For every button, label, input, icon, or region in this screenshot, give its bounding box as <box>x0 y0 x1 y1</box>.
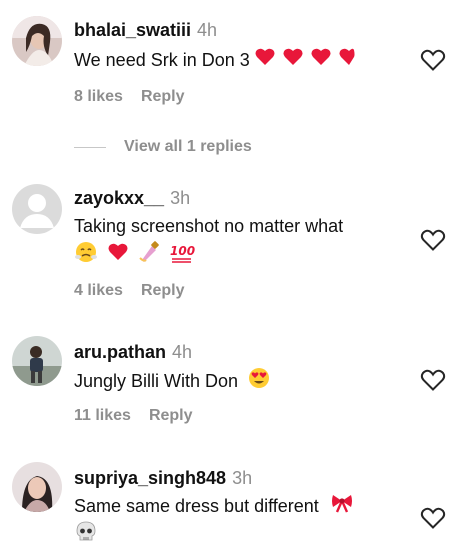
username[interactable]: aru.pathan 4h <box>74 342 192 363</box>
hundred-points-emoji: 100 <box>169 240 195 272</box>
face-steam-emoji <box>74 240 98 272</box>
comment-text: Jungly Billi With Don <box>74 366 271 398</box>
svg-text:100: 100 <box>170 244 195 258</box>
heart-eyes-emoji <box>247 366 271 398</box>
comment-meta: 8 likes Reply <box>74 88 185 106</box>
likes-count[interactable]: 8 likes <box>74 88 123 105</box>
timestamp: 4h <box>172 342 193 362</box>
comment-emoji-row: 100 <box>74 240 195 272</box>
avatar[interactable] <box>12 462 62 512</box>
like-heart-icon[interactable] <box>420 48 446 72</box>
likes-count[interactable]: 4 likes <box>74 282 123 299</box>
timestamp: 4h <box>197 20 218 40</box>
ribbon-emoji <box>330 492 354 522</box>
comment-meta: 4 likes Reply <box>74 282 185 300</box>
timestamp: 3h <box>232 468 253 488</box>
red-heart-emoji <box>107 241 129 271</box>
like-heart-icon[interactable] <box>420 506 446 530</box>
like-heart-icon[interactable] <box>420 368 446 392</box>
avatar[interactable] <box>12 16 62 66</box>
avatar[interactable] <box>12 184 62 234</box>
view-replies-button[interactable]: View all 1 replies <box>74 136 252 158</box>
comment-text: We need Srk in Don 3 <box>74 46 355 76</box>
comment-meta: 11 likes Reply <box>74 407 193 425</box>
username[interactable]: bhalai_swatiii 4h <box>74 20 217 41</box>
comment-text: Same same dress but different <box>74 492 354 522</box>
red-heart-emoji <box>255 46 355 76</box>
avatar[interactable] <box>12 336 62 386</box>
likes-count[interactable]: 11 likes <box>74 407 131 424</box>
reply-divider <box>74 146 106 148</box>
timestamp: 3h <box>170 188 191 208</box>
comment-emoji-row <box>74 520 98 552</box>
reply-button[interactable]: Reply <box>149 407 193 424</box>
reply-button[interactable]: Reply <box>141 282 185 299</box>
nail-polish-emoji <box>138 240 162 272</box>
like-heart-icon[interactable] <box>420 228 446 252</box>
username[interactable]: zayokxx__ 3h <box>74 188 190 209</box>
skull-emoji <box>74 520 98 552</box>
comment-text: Taking screenshot no matter what <box>74 216 344 236</box>
username[interactable]: supriya_singh848 3h <box>74 468 252 489</box>
reply-button[interactable]: Reply <box>141 88 185 105</box>
